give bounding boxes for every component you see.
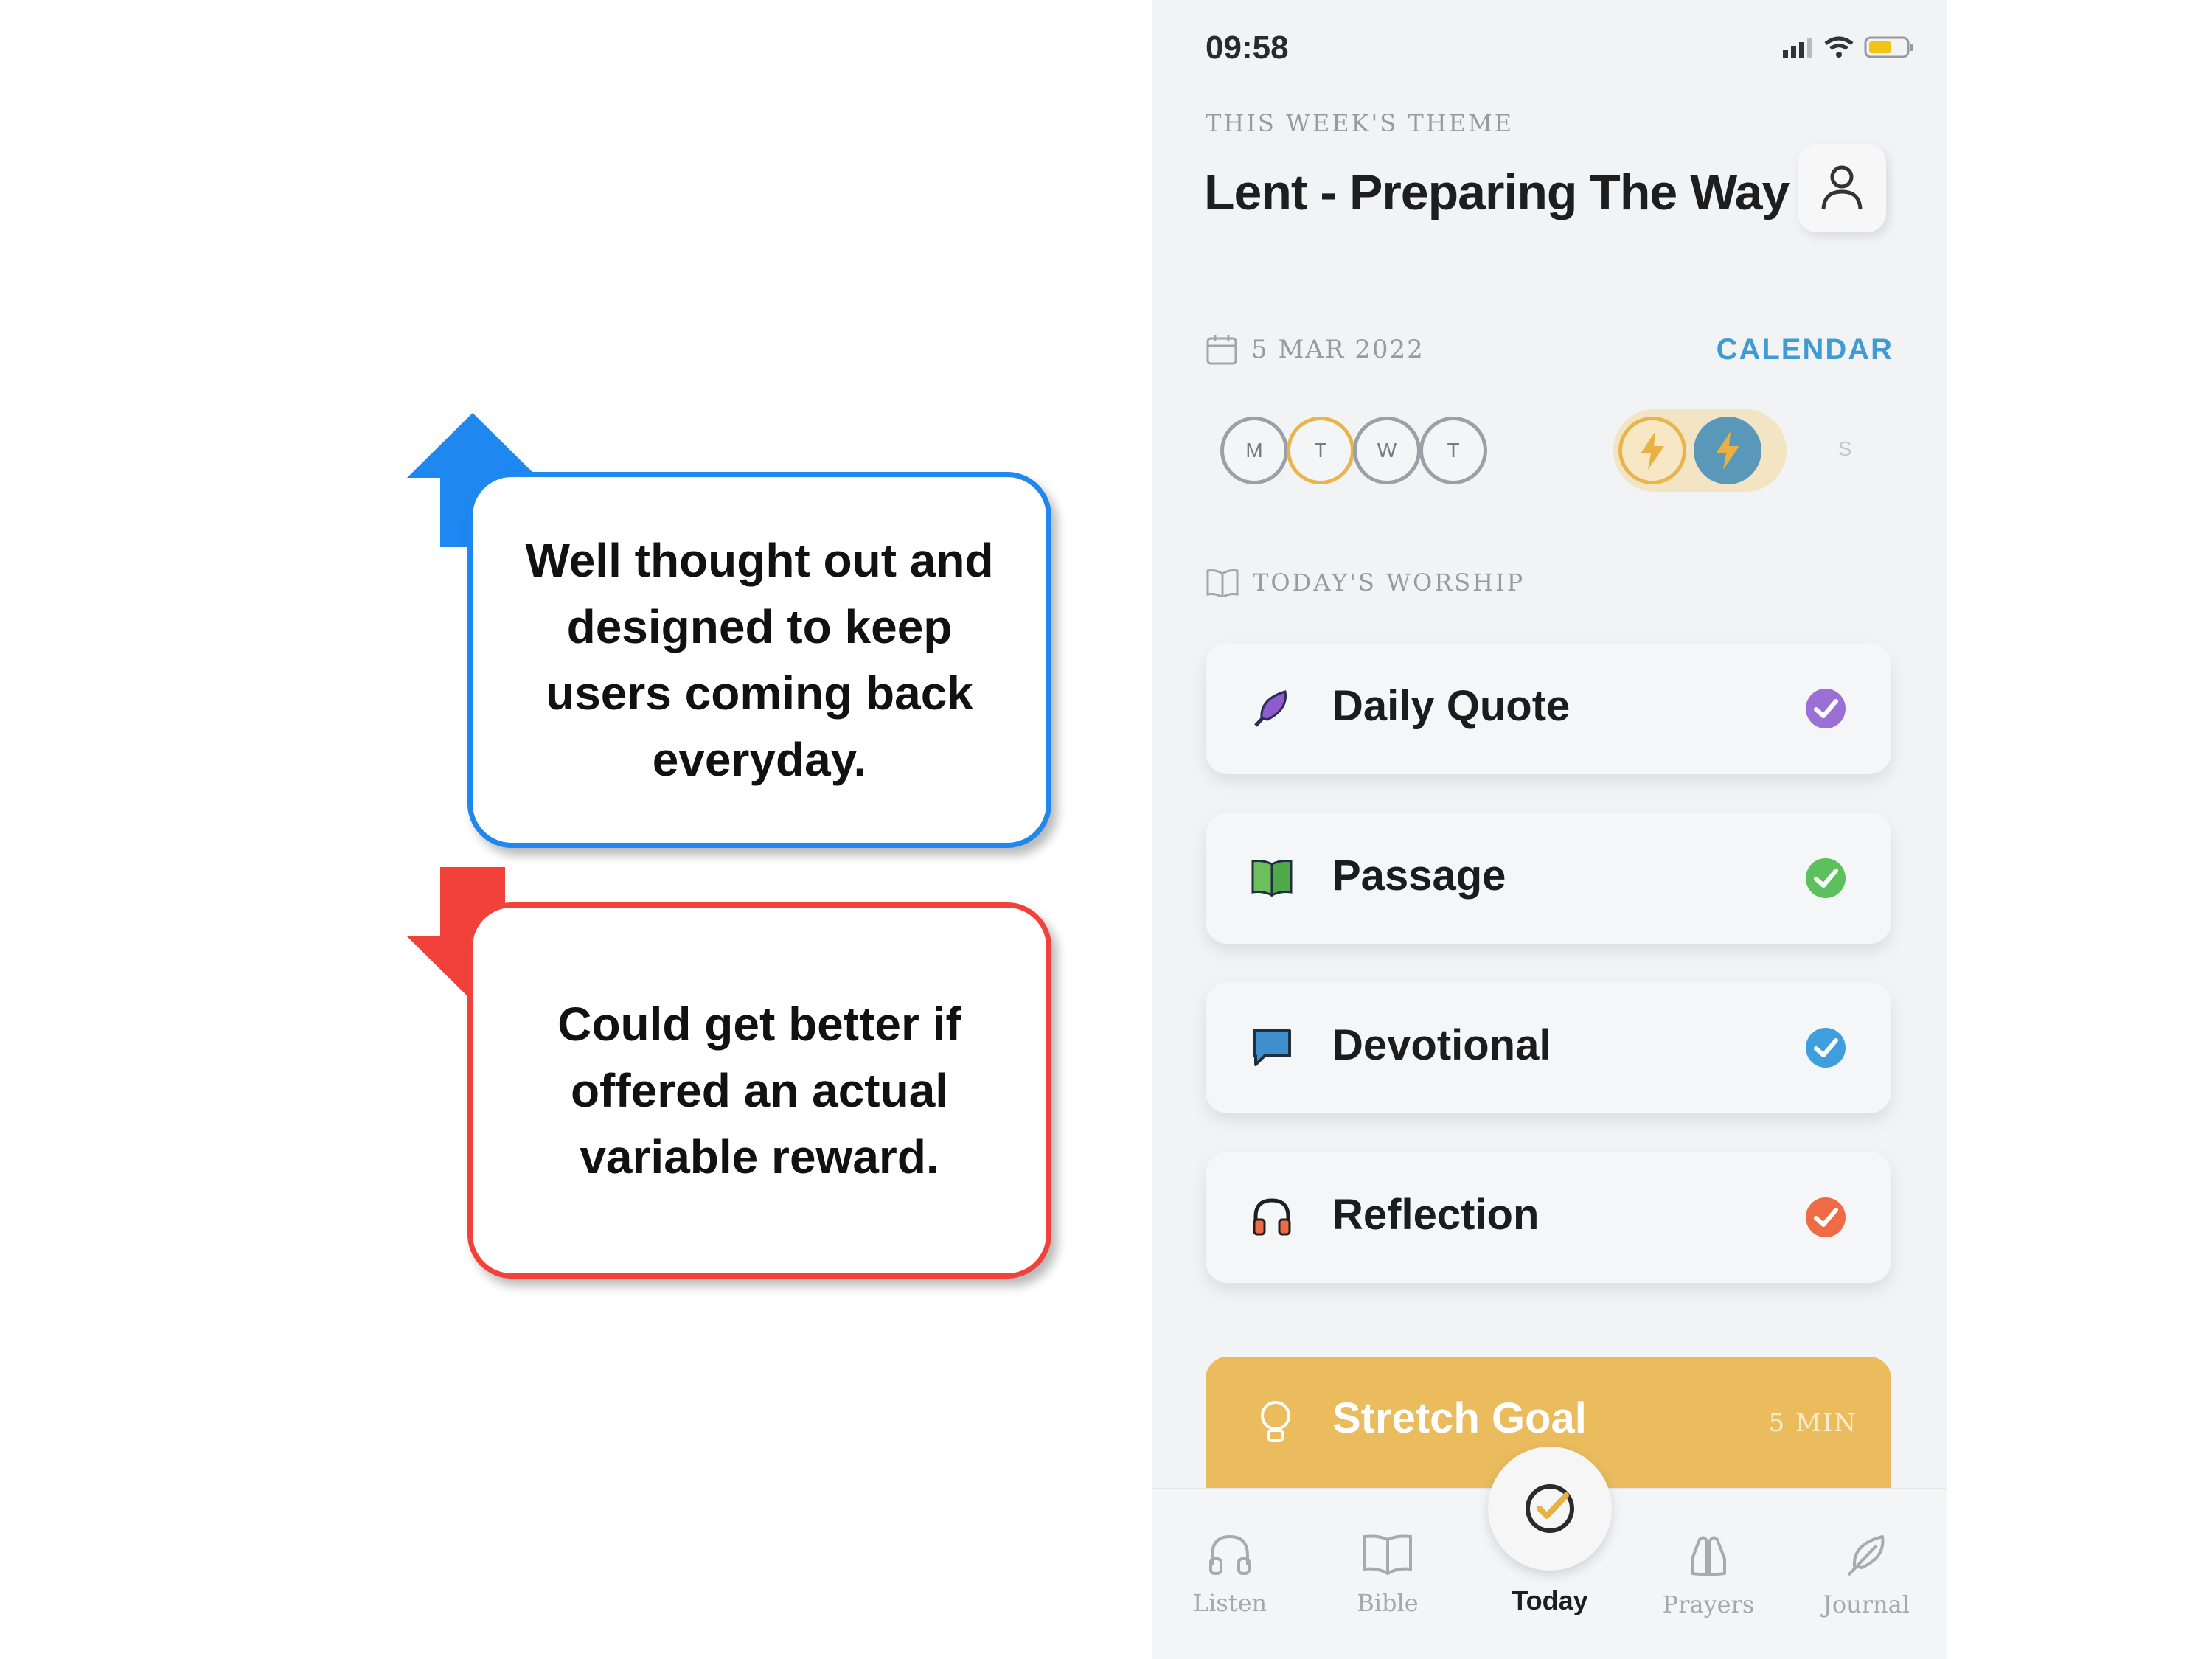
date-row: 5 MAR 2022 [1206, 333, 1425, 366]
tab-spacer [1495, 1532, 1605, 1576]
tab-journal[interactable]: Journal [1811, 1532, 1921, 1618]
feather-icon [1254, 690, 1287, 727]
check-circle-icon [1806, 1028, 1846, 1068]
day-wednesday[interactable]: W [1353, 417, 1421, 484]
headphones-icon [1209, 1534, 1251, 1575]
tab-label: Bible [1357, 1589, 1419, 1617]
tab-label: Listen [1192, 1589, 1267, 1617]
calendar-icon [1206, 335, 1237, 365]
worship-item-label: Passage [1332, 852, 1506, 900]
day-thursday[interactable]: T [1419, 417, 1487, 484]
headphones-icon [1253, 1198, 1291, 1236]
tab-bible[interactable]: Bible [1332, 1532, 1443, 1617]
worship-item-label: Daily Quote [1332, 682, 1571, 730]
worship-item-daily-quote[interactable]: Daily Quote [1206, 643, 1891, 774]
worship-item-label: Reflection [1332, 1191, 1540, 1239]
status-icons [1781, 35, 1916, 59]
check-circle-icon [1806, 689, 1846, 728]
user-icon [1821, 165, 1863, 210]
open-book-icon [1206, 569, 1239, 597]
day-friday[interactable] [1618, 417, 1686, 484]
tab-label: Journal [1823, 1590, 1910, 1618]
positive-callout-text: Well thought out and designed to keep us… [525, 534, 994, 786]
worship-item-label: Devotional [1332, 1021, 1551, 1069]
day-saturday-today[interactable] [1694, 417, 1761, 484]
bottom-tab-bar: Listen Bible Today Prayers Journal [1152, 1447, 1947, 1659]
book-icon [1363, 1534, 1412, 1576]
calendar-link[interactable]: CALENDAR [1717, 333, 1893, 366]
positive-callout: Well thought out and designed to keep us… [467, 472, 1051, 848]
check-circle-icon [1806, 1197, 1846, 1237]
praying-hands-icon [1691, 1536, 1726, 1576]
day-monday[interactable]: M [1220, 417, 1288, 484]
lightbulb-icon [1261, 1401, 1290, 1442]
negative-callout: Could get better if offered an actual va… [467, 902, 1051, 1279]
stretch-goal-label: Stretch Goal [1332, 1394, 1587, 1442]
signal-icon [1783, 38, 1812, 58]
day-sunday[interactable]: S [1838, 437, 1852, 461]
current-date: 5 MAR 2022 [1251, 335, 1425, 364]
worship-item-devotional[interactable]: Devotional [1206, 982, 1891, 1113]
theme-title: Lent - Preparing The Way [1204, 164, 1790, 220]
worship-item-passage[interactable]: Passage [1206, 813, 1891, 944]
chat-bubble-icon [1253, 1029, 1291, 1066]
tab-prayers[interactable]: Prayers [1653, 1532, 1764, 1618]
profile-button[interactable] [1798, 144, 1886, 232]
status-time: 09:58 [1206, 29, 1289, 66]
tab-listen[interactable]: Listen [1175, 1532, 1285, 1617]
worship-item-reflection[interactable]: Reflection [1206, 1152, 1891, 1283]
week-progress: M T W T S [1152, 409, 1947, 498]
phone-screen: 09:58 THIS WEEK'S THEME Lent - Preparing… [1152, 0, 1947, 1659]
lightning-icon [1716, 431, 1739, 470]
negative-callout-text: Could get better if offered an actual va… [557, 998, 961, 1183]
tab-label: Today [1512, 1585, 1588, 1615]
battery-icon [1864, 36, 1913, 58]
feather-icon [1847, 1535, 1885, 1576]
worship-section-label: TODAY'S WORSHIP [1253, 568, 1526, 597]
tab-label: Prayers [1662, 1590, 1755, 1618]
day-tuesday[interactable]: T [1287, 417, 1354, 484]
stretch-goal-duration: 5 MIN [1768, 1408, 1857, 1438]
wifi-icon [1824, 36, 1854, 58]
theme-label: THIS WEEK'S THEME [1206, 109, 1514, 137]
worship-section-header: TODAY'S WORSHIP [1206, 568, 1525, 597]
lightning-icon [1641, 431, 1664, 470]
check-circle-icon [1526, 1484, 1574, 1533]
book-icon [1251, 860, 1293, 897]
tab-today[interactable]: Today [1495, 1532, 1605, 1616]
check-circle-icon [1806, 858, 1846, 898]
